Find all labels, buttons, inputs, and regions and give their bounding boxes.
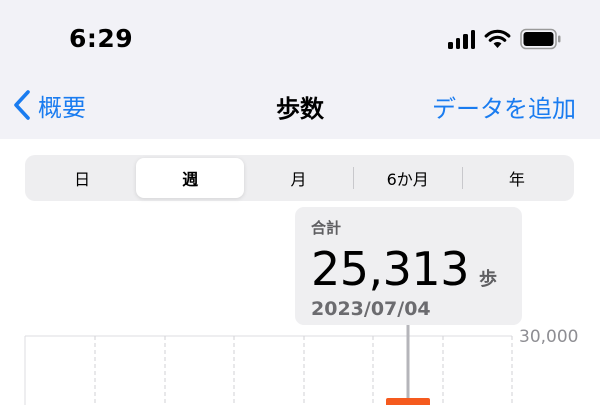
callout-value-row: 25,313 歩 (311, 242, 506, 296)
segment-month[interactable]: 月 (244, 158, 352, 198)
segment-day[interactable]: 日 (28, 158, 136, 198)
callout-label: 合計 (311, 219, 342, 237)
selected-day-bar[interactable] (386, 398, 430, 405)
segment-week[interactable]: 週 (136, 158, 245, 198)
time-range-segmented-control: 日 週 月 6か月 年 (25, 155, 574, 201)
callout-value: 25,313 (311, 242, 469, 296)
callout-unit: 歩 (478, 269, 497, 290)
segment-year[interactable]: 年 (463, 158, 571, 198)
navigation-bar: 概要 歩数 データを追加 (0, 82, 600, 128)
y-axis-tick-label: 30,000 (519, 327, 579, 347)
add-data-button[interactable]: データを追加 (432, 89, 576, 124)
status-time: 6:29 (69, 24, 134, 53)
status-bar: 6:29 (0, 0, 600, 80)
wifi-icon (484, 29, 511, 48)
cellular-signal-icon (448, 29, 475, 49)
battery-icon (520, 28, 561, 50)
callout-date: 2023/07/04 (311, 298, 431, 320)
selection-callout: 合計 25,313 歩 2023/07/04 (295, 207, 522, 325)
status-icons (448, 28, 562, 50)
segment-6-months[interactable]: 6か月 (354, 158, 462, 198)
